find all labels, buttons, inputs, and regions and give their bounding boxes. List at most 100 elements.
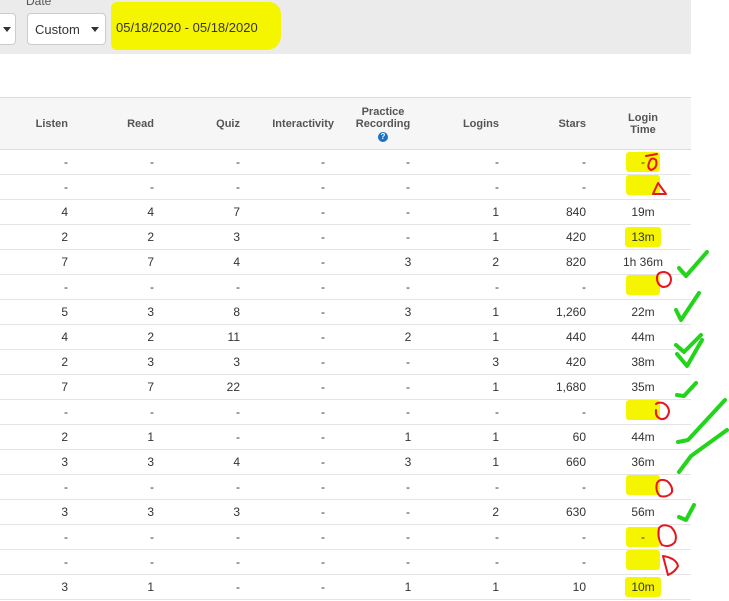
cell-logins-value: 1 bbox=[492, 455, 499, 469]
cell-quiz: 8 bbox=[190, 300, 240, 324]
cell-read-value: - bbox=[150, 480, 154, 494]
cell-read: 3 bbox=[100, 350, 154, 374]
cell-interactivity: - bbox=[292, 500, 354, 524]
cell-practice-value: 1 bbox=[404, 580, 412, 594]
cell-interactivity-value: - bbox=[321, 380, 325, 394]
cell-quiz: 4 bbox=[190, 450, 240, 474]
table-row[interactable]: 3 3 4 - 3 1 660 36m bbox=[0, 450, 691, 475]
cell-time bbox=[612, 550, 674, 574]
table-row[interactable]: -------- bbox=[0, 525, 691, 550]
cell-quiz: - bbox=[190, 400, 240, 424]
cell-logins-value: 1 bbox=[492, 305, 499, 319]
cell-time: 36m bbox=[612, 450, 674, 474]
cell-stars-value: 840 bbox=[565, 205, 586, 219]
cell-time-value: 38m bbox=[631, 355, 655, 369]
table-row[interactable]: -------- bbox=[0, 150, 691, 175]
cell-time: 35m bbox=[612, 375, 674, 399]
cell-interactivity-value: - bbox=[321, 280, 325, 294]
cell-read-value: 3 bbox=[147, 455, 154, 469]
table-row[interactable]: 5 3 8 - 3 1 1,260 22m bbox=[0, 300, 691, 325]
cell-interactivity-value: - bbox=[321, 330, 325, 344]
cell-listen: 7 bbox=[16, 250, 68, 274]
cell-stars: - bbox=[530, 525, 586, 549]
cell-interactivity: - bbox=[292, 325, 354, 349]
table-row[interactable]: 3 3 3 - - 2 630 56m bbox=[0, 500, 691, 525]
cell-listen-value: - bbox=[64, 180, 68, 194]
cell-stars: - bbox=[530, 150, 586, 174]
cell-practice-value: - bbox=[406, 180, 410, 194]
cell-interactivity: - bbox=[292, 425, 354, 449]
cell-listen-value: - bbox=[64, 530, 68, 544]
cell-interactivity: - bbox=[292, 575, 354, 599]
cell-practice: - bbox=[383, 175, 433, 199]
cell-quiz: 3 bbox=[190, 500, 240, 524]
table-row[interactable]: 2 1 - - 1 1 60 44m bbox=[0, 425, 691, 450]
table-row[interactable]: 4 4 7 - - 1 840 19m bbox=[0, 200, 691, 225]
cell-read: 1 bbox=[100, 425, 154, 449]
cell-listen-value: 3 bbox=[61, 580, 68, 594]
date-range-dropdown[interactable]: Custom bbox=[27, 13, 106, 45]
cell-interactivity: - bbox=[292, 275, 354, 299]
cell-interactivity-value: - bbox=[321, 505, 325, 519]
cell-practice: 3 bbox=[383, 450, 433, 474]
cell-practice: - bbox=[383, 150, 433, 174]
cell-practice: 3 bbox=[383, 250, 433, 274]
table-row[interactable]: 4 2 11 - 2 1 440 44m bbox=[0, 325, 691, 350]
cell-quiz-value: - bbox=[236, 555, 240, 569]
cell-practice-value: - bbox=[406, 555, 410, 569]
table-row[interactable]: 7 7 4 - 3 2 820 1h 36m bbox=[0, 250, 691, 275]
table-row[interactable]: 7 7 22 - - 1 1,680 35m bbox=[0, 375, 691, 400]
cell-quiz-value: - bbox=[236, 530, 240, 544]
cell-interactivity: - bbox=[292, 525, 354, 549]
cell-time-value bbox=[626, 550, 660, 570]
cell-logins: 1 bbox=[440, 575, 499, 599]
cell-logins-value: 1 bbox=[492, 230, 499, 244]
cell-time-value: - bbox=[626, 527, 660, 547]
date-range-text[interactable]: 05/18/2020 - 05/18/2020 bbox=[116, 20, 258, 35]
cell-read-value: 4 bbox=[147, 205, 154, 219]
table-row[interactable]: ------- bbox=[0, 175, 691, 200]
cell-practice: - bbox=[383, 475, 433, 499]
cell-logins: - bbox=[440, 150, 499, 174]
cell-logins-value: - bbox=[495, 280, 499, 294]
column-header-logins[interactable]: Logins bbox=[440, 98, 499, 149]
column-header-read[interactable]: Read bbox=[100, 98, 154, 149]
cell-quiz: - bbox=[190, 550, 240, 574]
cell-listen-value: 3 bbox=[61, 455, 68, 469]
cell-time-value: 36m bbox=[631, 455, 655, 469]
table-row[interactable]: ------- bbox=[0, 475, 691, 500]
cell-practice-value: 3 bbox=[404, 305, 412, 319]
column-header-quiz[interactable]: Quiz bbox=[190, 98, 240, 149]
help-icon[interactable]: ? bbox=[378, 131, 388, 142]
cell-practice-value: - bbox=[406, 155, 410, 169]
cell-read: 3 bbox=[100, 450, 154, 474]
cell-quiz-value: 4 bbox=[233, 455, 240, 469]
cell-listen-value: 2 bbox=[61, 430, 68, 444]
column-header-listen[interactable]: Listen bbox=[16, 98, 68, 149]
column-header-practice-line2: Recording bbox=[355, 117, 411, 130]
left-filter-dropdown[interactable] bbox=[0, 13, 16, 45]
cell-practice: - bbox=[383, 225, 433, 249]
column-header-practice-recording[interactable]: Practice Recording ? bbox=[349, 98, 417, 149]
table-row[interactable]: ------- bbox=[0, 275, 691, 300]
cell-time bbox=[612, 475, 674, 499]
table-row[interactable]: 2 2 3 - - 1 420 13m bbox=[0, 225, 691, 250]
cell-interactivity-value: - bbox=[321, 355, 325, 369]
cell-read-value: 2 bbox=[147, 230, 154, 244]
cell-logins: 1 bbox=[440, 225, 499, 249]
column-header-stars[interactable]: Stars bbox=[530, 98, 586, 149]
table-row[interactable]: 2 3 3 - - 3 420 38m bbox=[0, 350, 691, 375]
table-row[interactable]: ------- bbox=[0, 550, 691, 575]
table-row[interactable]: 3 1 - - 1 1 10 10m bbox=[0, 575, 691, 600]
cell-quiz: - bbox=[190, 475, 240, 499]
table-row[interactable]: ------- bbox=[0, 400, 691, 425]
cell-interactivity-value: - bbox=[321, 580, 325, 594]
cell-time: 56m bbox=[612, 500, 674, 524]
column-header-login-time-line1: Login bbox=[628, 111, 658, 124]
cell-time-value: 44m bbox=[631, 430, 655, 444]
cell-logins-value: - bbox=[495, 180, 499, 194]
column-header-login-time[interactable]: Login Time bbox=[612, 98, 674, 149]
column-header-interactivity[interactable]: Interactivity bbox=[250, 98, 334, 149]
cell-practice: - bbox=[383, 275, 433, 299]
cell-logins: - bbox=[440, 175, 499, 199]
